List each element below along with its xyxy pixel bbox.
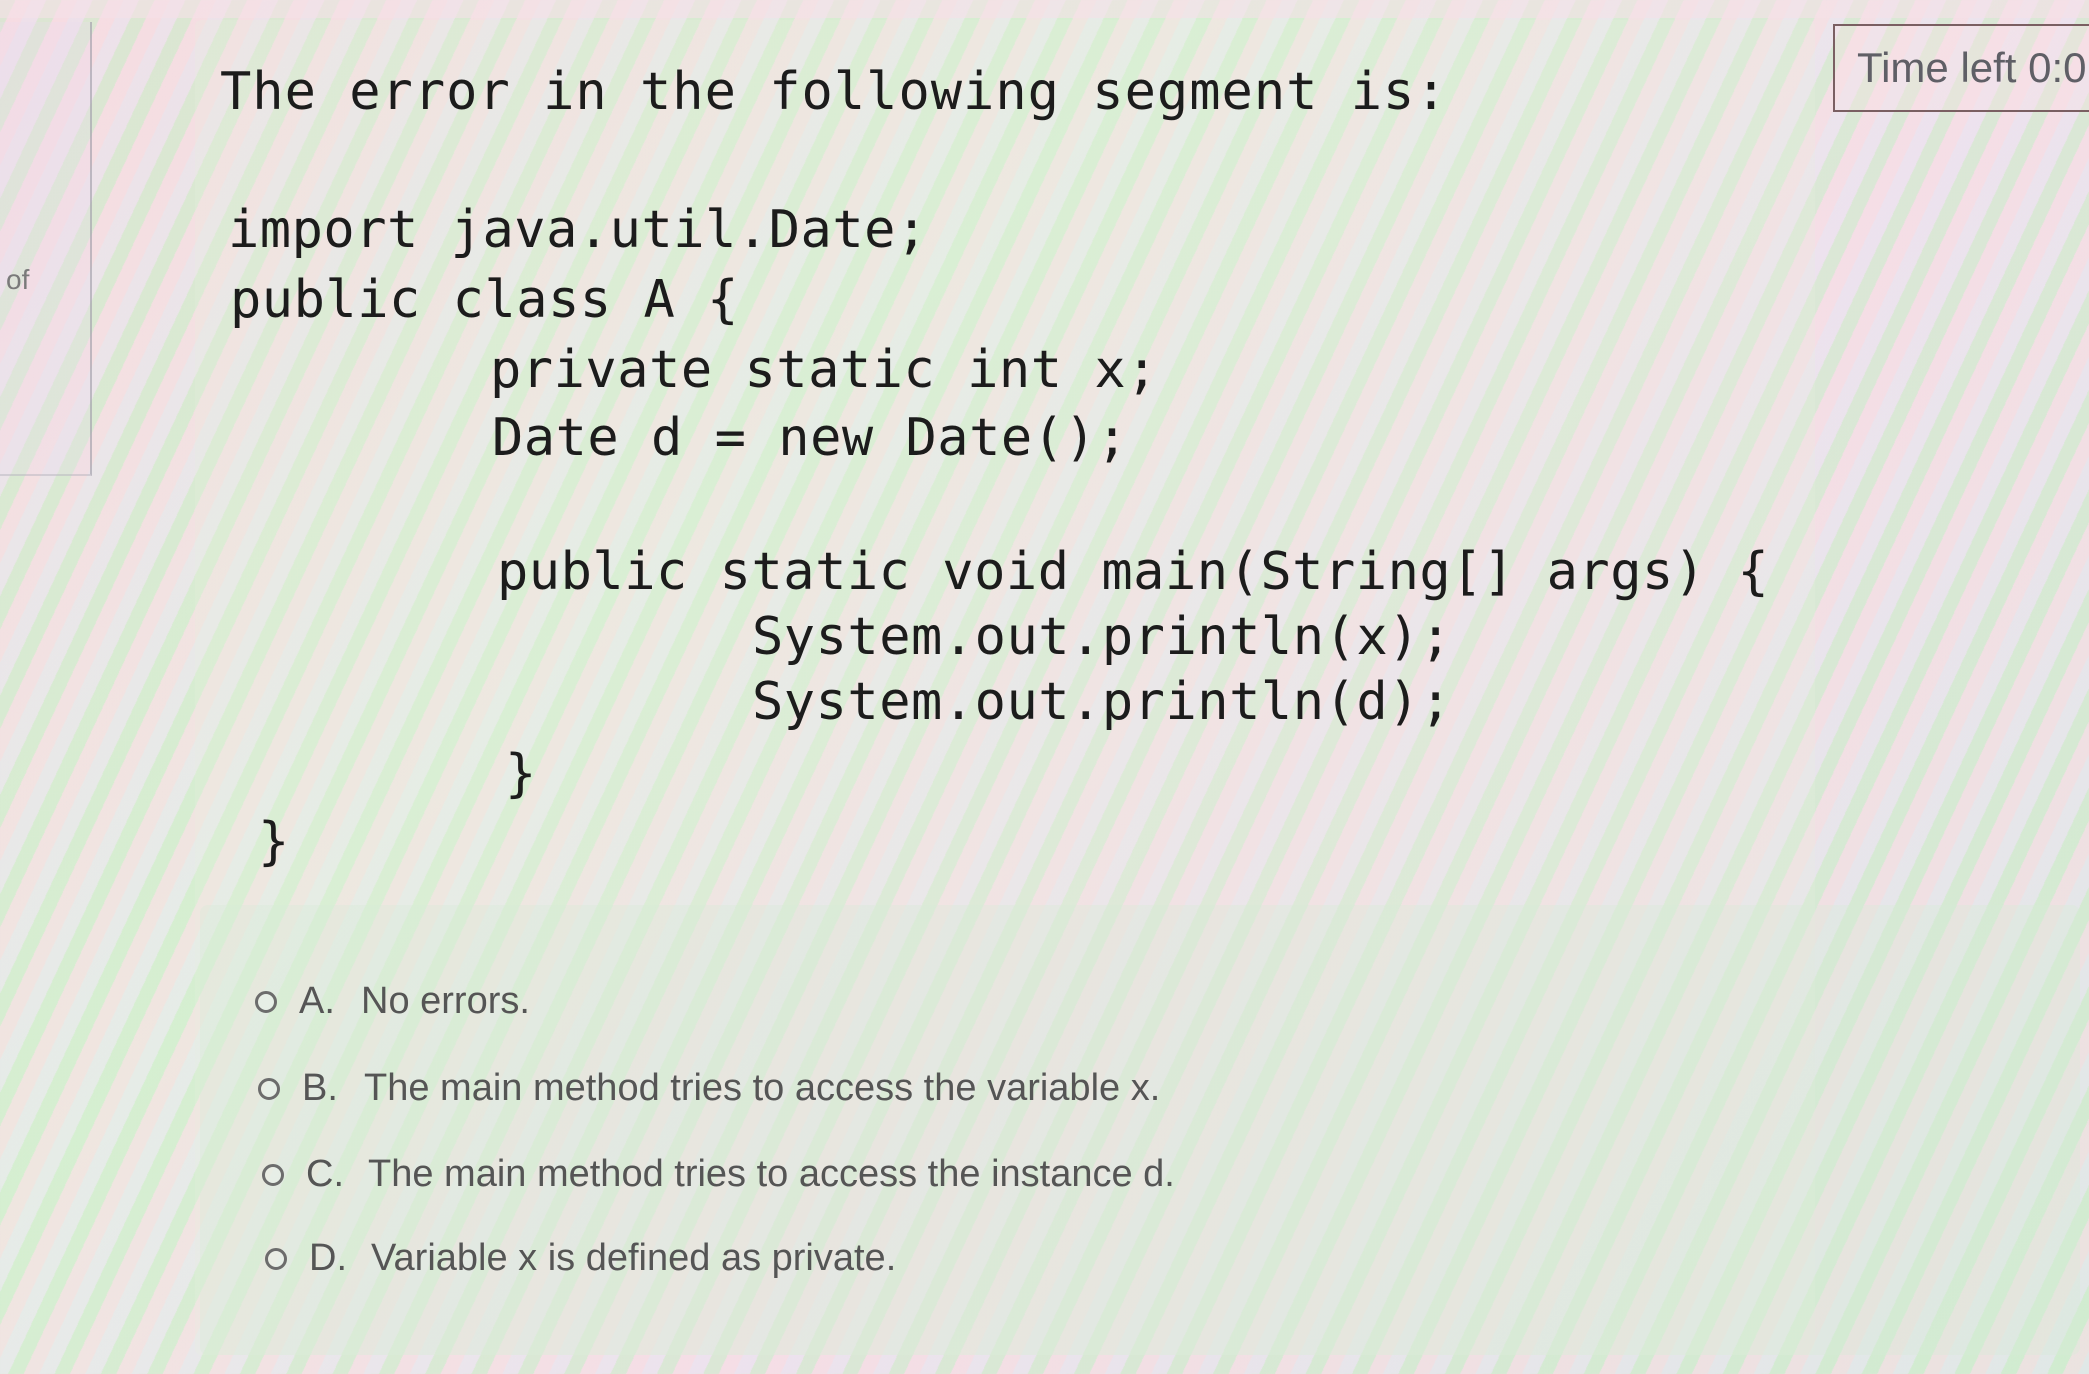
code-line: public class A { xyxy=(230,270,739,330)
option-text: The main method tries to access the inst… xyxy=(368,1153,1175,1195)
option-b[interactable]: B. The main method tries to access the v… xyxy=(258,1067,1160,1110)
time-left-label: Time left 0:0 xyxy=(1857,44,2087,91)
code-line: private static int x; xyxy=(490,340,1158,400)
question-nav-panel: of xyxy=(0,22,92,476)
option-letter: B. xyxy=(302,1067,338,1109)
code-line: } xyxy=(258,812,290,872)
option-d[interactable]: D. Variable x is defined as private. xyxy=(265,1237,896,1280)
option-letter: C. xyxy=(306,1153,344,1195)
code-line: public static void main(String[] args) { xyxy=(497,542,1770,602)
radio-button-icon[interactable] xyxy=(258,1077,280,1100)
option-c[interactable]: C. The main method tries to access the i… xyxy=(262,1153,1175,1196)
option-letter: D. xyxy=(309,1237,347,1279)
option-text: Variable x is defined as private. xyxy=(371,1237,897,1279)
top-band xyxy=(0,0,2089,18)
code-line: System.out.println(x); xyxy=(752,607,1452,667)
code-line: import java.util.Date; xyxy=(228,200,928,260)
option-text: The main method tries to access the vari… xyxy=(364,1067,1161,1109)
answers-card xyxy=(200,905,2080,1355)
option-a[interactable]: A. No errors. xyxy=(255,980,530,1023)
code-line: } xyxy=(505,744,537,804)
code-line: System.out.println(d); xyxy=(752,672,1452,732)
radio-button-icon[interactable] xyxy=(265,1247,287,1270)
code-line: Date d = new Date(); xyxy=(492,408,1129,468)
radio-button-icon[interactable] xyxy=(262,1163,284,1186)
option-letter: A. xyxy=(299,980,335,1022)
radio-button-icon[interactable] xyxy=(255,990,277,1013)
timer-box: Time left 0:0 xyxy=(1833,24,2089,112)
page-of-label: of xyxy=(6,264,30,295)
question-prompt: The error in the following segment is: xyxy=(220,62,1448,122)
option-text: No errors. xyxy=(361,980,530,1022)
